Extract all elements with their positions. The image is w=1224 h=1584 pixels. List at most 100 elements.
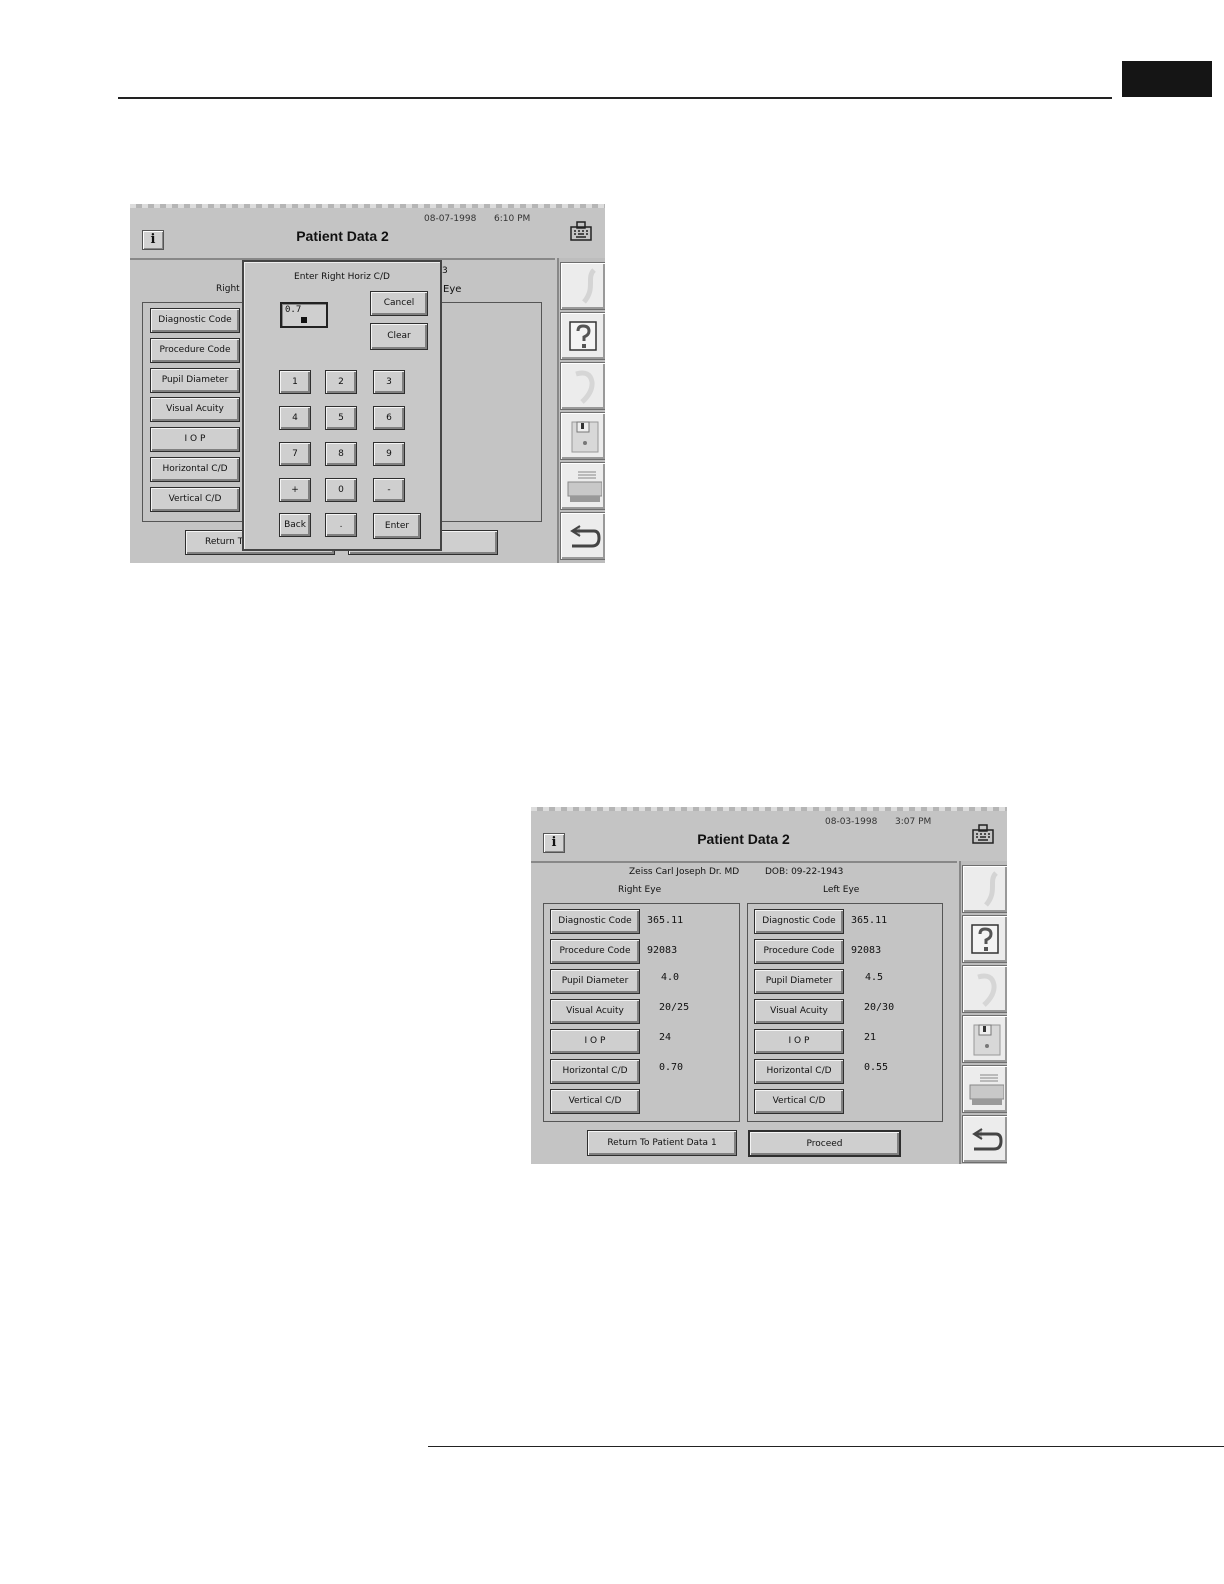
sidebar-button-blank[interactable]: [560, 262, 605, 310]
cancel-button[interactable]: Cancel: [370, 291, 428, 316]
sidebar-button-ear[interactable]: [560, 362, 605, 410]
patient-data-screen-keypad: 08-07-1998 6:10 PM i Patient Data 2 Righ…: [130, 204, 605, 563]
return-arrow-icon: [570, 525, 601, 548]
key-plus[interactable]: +: [279, 478, 311, 502]
chapter-tab: [1122, 61, 1212, 97]
sidebar-button-help[interactable]: [560, 312, 605, 360]
right-procedure-code-button[interactable]: Procedure Code: [550, 939, 640, 964]
title-divider: [531, 861, 957, 863]
back-key[interactable]: Back: [279, 513, 311, 537]
tool-sidebar: [959, 861, 1007, 1164]
key-minus[interactable]: -: [373, 478, 405, 502]
left-pupil-diameter-button[interactable]: Pupil Diameter: [754, 969, 844, 994]
blank-icon: [983, 871, 999, 907]
sidebar-button-return[interactable]: [962, 1115, 1007, 1163]
key-5[interactable]: 5: [325, 406, 357, 430]
key-7[interactable]: 7: [279, 442, 311, 466]
right-vertical-cd-button[interactable]: Vertical C/D: [550, 1089, 640, 1114]
sidebar-button-return[interactable]: [560, 512, 605, 560]
screen-title: Patient Data 2: [697, 831, 790, 847]
patient-dob: DOB: 09-22-1943: [765, 867, 844, 877]
ear-icon: [575, 370, 595, 404]
left-horizontal-cd-button[interactable]: Horizontal C/D: [754, 1059, 844, 1084]
right-pupil-diameter-button[interactable]: Pupil Diameter: [550, 969, 640, 994]
left-vertical-cd-button[interactable]: Vertical C/D: [754, 1089, 844, 1114]
key-1[interactable]: 1: [279, 370, 311, 394]
keyboard-icon[interactable]: [971, 823, 995, 845]
sidebar-button-print[interactable]: [962, 1065, 1007, 1113]
left-horizontal-cd-value: 0.55: [864, 1062, 889, 1073]
entry-display[interactable]: 0.7: [280, 302, 328, 328]
right-diagnostic-code-button[interactable]: Diagnostic Code: [550, 909, 640, 934]
horizontal-cd-button[interactable]: Horizontal C/D: [150, 457, 240, 482]
left-diagnostic-code-value: 365.11: [851, 915, 888, 926]
key-9[interactable]: 9: [373, 442, 405, 466]
patient-name: Zeiss Carl Joseph Dr. MD: [629, 867, 740, 877]
printer-icon: [567, 471, 602, 502]
patient-data-screen: 08-03-1998 3:07 PM i Patient Data 2 Zeis…: [531, 807, 1007, 1164]
screen-title: Patient Data 2: [296, 228, 389, 244]
left-procedure-code-button[interactable]: Procedure Code: [754, 939, 844, 964]
floppy-disk-icon: [571, 421, 599, 453]
vertical-cd-button[interactable]: Vertical C/D: [150, 487, 240, 512]
right-horizontal-cd-button[interactable]: Horizontal C/D: [550, 1059, 640, 1084]
right-procedure-code-value: 92083: [647, 945, 678, 956]
keypad-dialog: Enter Right Horiz C/D 0.7 Cancel Clear 1…: [242, 260, 442, 551]
left-eye-group: [440, 302, 542, 522]
header-date: 08-03-1998: [825, 817, 878, 827]
tool-sidebar: [557, 258, 605, 563]
diagnostic-code-button[interactable]: Diagnostic Code: [150, 308, 240, 333]
key-4[interactable]: 4: [279, 406, 311, 430]
header-date: 08-07-1998: [424, 214, 477, 224]
left-visual-acuity-value: 20/30: [864, 1002, 895, 1013]
right-horizontal-cd-value: 0.70: [659, 1062, 684, 1073]
left-eye-label: Left Eye: [823, 885, 860, 895]
dialog-title: Enter Right Horiz C/D: [294, 272, 390, 282]
left-visual-acuity-button[interactable]: Visual Acuity: [754, 999, 844, 1024]
header-fragment: 3: [442, 266, 448, 276]
left-procedure-code-value: 92083: [851, 945, 882, 956]
left-eye-label-partial: Eye: [443, 284, 462, 295]
sidebar-button-help[interactable]: [962, 915, 1007, 963]
right-visual-acuity-button[interactable]: Visual Acuity: [550, 999, 640, 1024]
sidebar-button-print[interactable]: [560, 462, 605, 510]
header-time: 3:07 PM: [895, 817, 932, 827]
sidebar-button-save[interactable]: [560, 412, 605, 460]
left-iop-value: 21: [864, 1032, 877, 1043]
help-icon: [569, 321, 597, 351]
left-diagnostic-code-button[interactable]: Diagnostic Code: [754, 909, 844, 934]
pupil-diameter-button[interactable]: Pupil Diameter: [150, 368, 240, 393]
key-decimal[interactable]: .: [325, 513, 357, 537]
key-0[interactable]: 0: [325, 478, 357, 502]
iop-button[interactable]: I O P: [150, 427, 240, 452]
right-eye-label-partial: Right: [216, 284, 240, 294]
procedure-code-button[interactable]: Procedure Code: [150, 338, 240, 363]
right-iop-value: 24: [659, 1032, 672, 1043]
key-6[interactable]: 6: [373, 406, 405, 430]
left-iop-button[interactable]: I O P: [754, 1029, 844, 1054]
keyboard-icon[interactable]: [569, 220, 593, 242]
visual-acuity-button[interactable]: Visual Acuity: [150, 397, 240, 422]
right-iop-button[interactable]: I O P: [550, 1029, 640, 1054]
left-pupil-diameter-value: 4.5: [865, 972, 884, 983]
return-arrow-icon: [972, 1128, 1003, 1151]
clear-button[interactable]: Clear: [370, 323, 428, 350]
ear-icon: [977, 973, 997, 1007]
return-to-patient-data-1-button[interactable]: Return To Patient Data 1: [587, 1130, 737, 1156]
key-8[interactable]: 8: [325, 442, 357, 466]
enter-key[interactable]: Enter: [373, 513, 421, 539]
proceed-button[interactable]: Proceed: [748, 1130, 901, 1157]
right-diagnostic-code-value: 365.11: [647, 915, 684, 926]
floppy-disk-icon: [973, 1024, 1001, 1056]
right-pupil-diameter-value: 4.0: [661, 972, 680, 983]
printer-icon: [969, 1074, 1004, 1105]
blank-icon: [581, 268, 597, 304]
key-3[interactable]: 3: [373, 370, 405, 394]
key-2[interactable]: 2: [325, 370, 357, 394]
text-cursor: [301, 317, 307, 323]
sidebar-button-blank[interactable]: [962, 865, 1007, 913]
sidebar-button-ear[interactable]: [962, 965, 1007, 1013]
entry-value: 0.7: [285, 305, 302, 315]
sidebar-button-save[interactable]: [962, 1015, 1007, 1063]
header-time: 6:10 PM: [494, 214, 531, 224]
